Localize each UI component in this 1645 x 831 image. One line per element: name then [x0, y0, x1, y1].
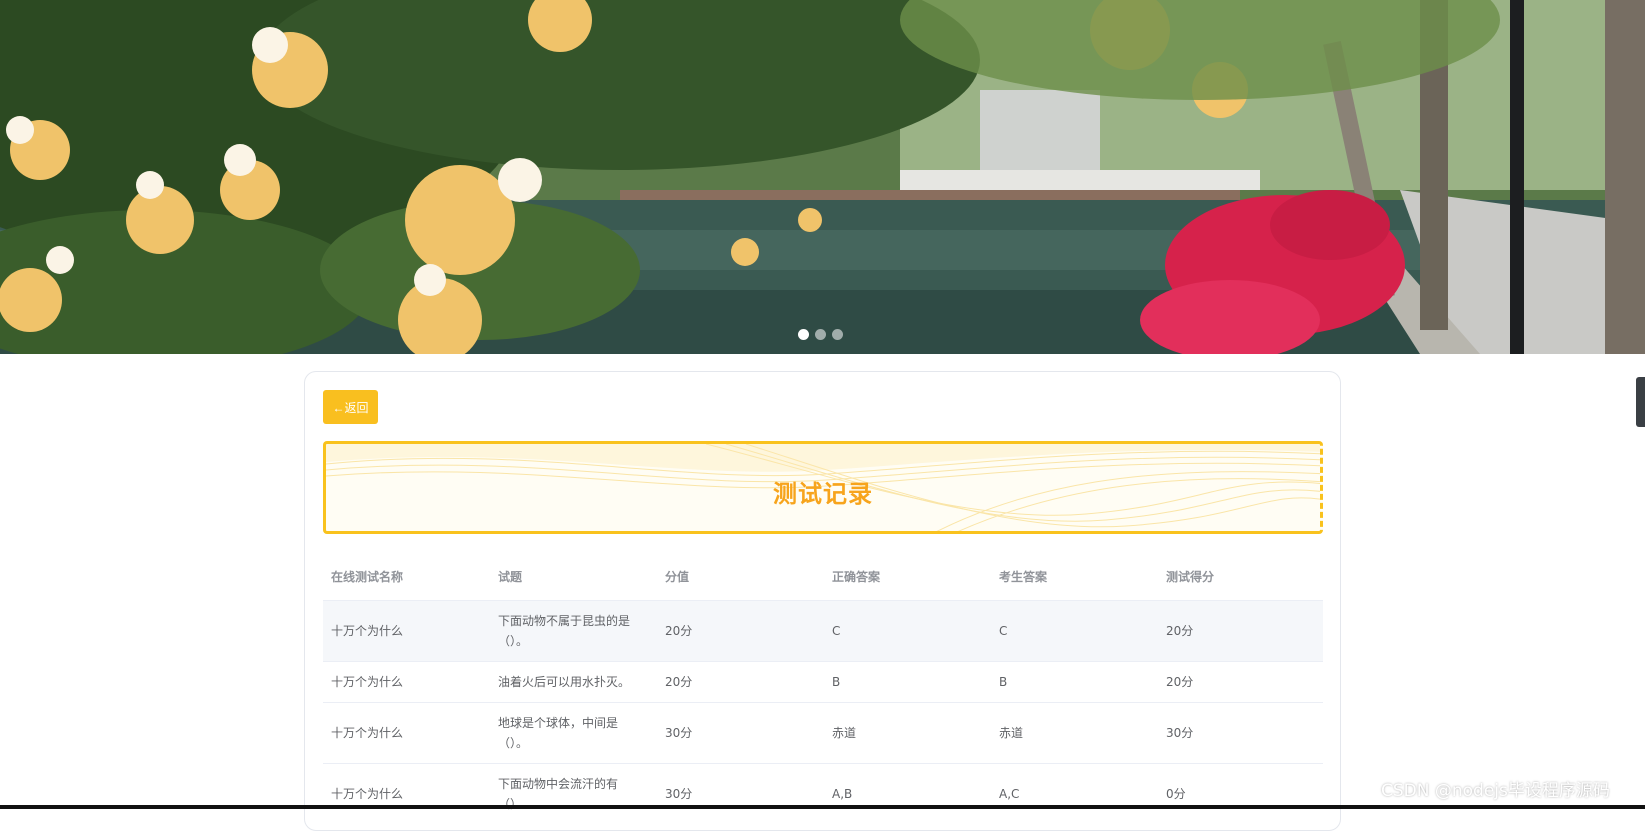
cell-correct-answer: A,B [832, 787, 853, 801]
csdn-watermark: CSDN @nodejs毕设程序源码 [1381, 781, 1610, 801]
cell-correct-answer: B [832, 675, 841, 689]
side-toolbar-handle[interactable] [1636, 377, 1645, 427]
cell-test-score: 20分 [1166, 624, 1194, 638]
cell-test-name: 十万个为什么 [331, 726, 404, 740]
cell-correct-answer: C [832, 624, 841, 638]
carousel-indicators [798, 329, 843, 340]
cell-correct-answer: 赤道 [832, 726, 857, 740]
table-row[interactable]: 十万个为什么 油着火后可以用水扑灭。 20分 B B 20分 [323, 661, 1323, 702]
banner-carousel[interactable] [0, 0, 1645, 354]
title-banner: 测试记录 [323, 441, 1323, 534]
cell-examinee-answer: C [999, 624, 1008, 638]
carousel-dot-2[interactable] [815, 329, 826, 340]
bottom-edge [0, 805, 1645, 809]
table-row[interactable]: 十万个为什么 下面动物中会流汗的有（）。 30分 A,B A,C 0分 [323, 763, 1323, 824]
test-record-card: ←返回 测试记录 在线测试名称 试题 分值 正确答案 考生答案 测试得分 十万个… [304, 371, 1341, 831]
header-test-name: 在线测试名称 [331, 569, 404, 584]
cell-score-value: 30分 [665, 726, 693, 740]
cell-question: 地球是个球体，中间是（）。 [498, 716, 619, 750]
cell-test-name: 十万个为什么 [331, 675, 404, 689]
table-row[interactable]: 十万个为什么 地球是个球体，中间是（）。 30分 赤道 赤道 30分 [323, 702, 1323, 763]
page-title: 测试记录 [773, 480, 873, 508]
cell-examinee-answer: A,C [999, 787, 1020, 801]
cell-test-score: 20分 [1166, 675, 1194, 689]
cell-test-name: 十万个为什么 [331, 624, 404, 638]
cell-score-value: 20分 [665, 624, 693, 638]
cell-question: 下面动物不属于昆虫的是（）。 [498, 614, 631, 648]
header-score-value: 分值 [665, 569, 690, 584]
cell-score-value: 20分 [665, 675, 693, 689]
header-question: 试题 [498, 569, 523, 584]
cell-test-name: 十万个为什么 [331, 787, 404, 801]
cell-test-score: 0分 [1166, 787, 1186, 801]
header-correct-answer: 正确答案 [832, 569, 881, 584]
carousel-dot-1[interactable] [798, 329, 809, 340]
header-examinee-answer: 考生答案 [999, 569, 1048, 584]
table-row[interactable]: 十万个为什么 下面动物不属于昆虫的是（）。 20分 C C 20分 [323, 600, 1323, 661]
carousel-dot-3[interactable] [832, 329, 843, 340]
back-button[interactable]: ←返回 [323, 390, 378, 424]
cell-test-score: 30分 [1166, 726, 1194, 740]
record-table: 在线测试名称 试题 分值 正确答案 考生答案 测试得分 十万个为什么 下面动物不… [323, 552, 1323, 824]
table-header: 在线测试名称 试题 分值 正确答案 考生答案 测试得分 [323, 552, 1323, 600]
header-test-score: 测试得分 [1166, 569, 1215, 584]
cell-examinee-answer: 赤道 [999, 726, 1024, 740]
banner-image [0, 0, 1645, 354]
cell-examinee-answer: B [999, 675, 1008, 689]
cell-score-value: 30分 [665, 787, 693, 801]
cell-question: 油着火后可以用水扑灭。 [498, 675, 631, 689]
